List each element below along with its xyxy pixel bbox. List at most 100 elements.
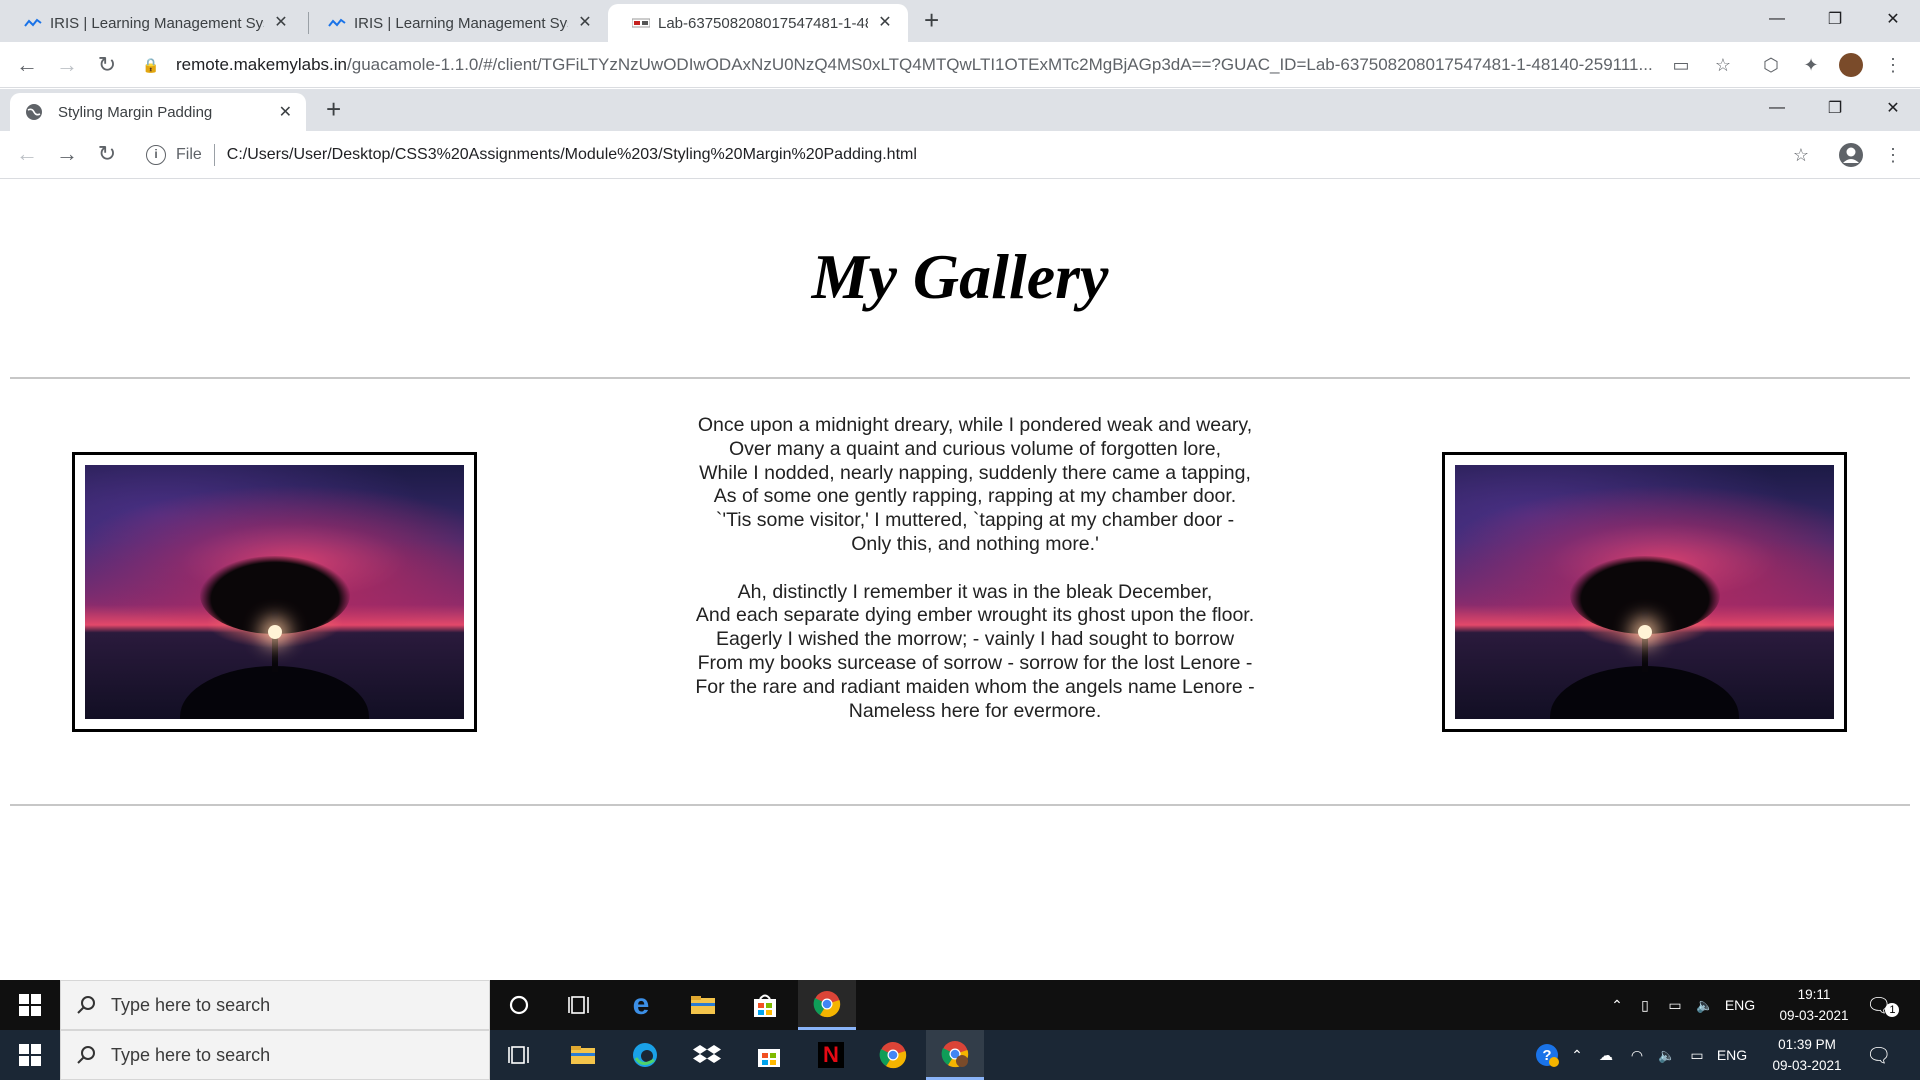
language-indicator[interactable]: ENG xyxy=(1712,1047,1752,1063)
start-button[interactable] xyxy=(0,980,60,1030)
close-icon[interactable]: ✕ xyxy=(272,14,290,32)
reload-icon[interactable]: ↻ xyxy=(92,50,122,80)
outer-tab-iris-1[interactable]: IRIS | Learning Management Syst ✕ xyxy=(0,4,304,42)
close-icon[interactable]: ✕ xyxy=(576,14,594,32)
chevron-up-icon[interactable]: ⌃ xyxy=(1604,997,1630,1014)
taskbar-search-box[interactable]: Type here to search xyxy=(60,1030,490,1080)
clock-date: 09-03-2021 xyxy=(1779,1008,1849,1023)
url-host: remote.makemylabs.in xyxy=(176,55,348,74)
edge-legacy-icon[interactable]: e xyxy=(612,980,670,1030)
inner-tab-styling[interactable]: Styling Margin Padding ✕ xyxy=(10,93,306,131)
clock[interactable]: 01:39 PM 09-03-2021 xyxy=(1762,1034,1852,1076)
battery-icon[interactable]: ▭ xyxy=(1682,1047,1712,1064)
volume-icon[interactable]: 🔈 xyxy=(1652,1047,1682,1064)
chevron-up-icon[interactable]: ⌃ xyxy=(1564,1047,1590,1064)
poem-stanza-1: Once upon a midnight dreary, while I pon… xyxy=(660,414,1290,557)
close-icon[interactable]: ✕ xyxy=(279,102,292,122)
language-indicator[interactable]: ENG xyxy=(1720,997,1760,1013)
outer-tab-iris-2[interactable]: IRIS | Learning Management Syst ✕ xyxy=(304,4,608,42)
help-icon[interactable]: ? xyxy=(1530,1043,1564,1067)
bookmark-star-icon[interactable]: ☆ xyxy=(1710,52,1736,78)
windows-logo-icon xyxy=(19,1044,41,1066)
poem-line: And each separate dying ember wrought it… xyxy=(695,604,1255,627)
back-icon[interactable]: ← xyxy=(12,139,42,169)
clock[interactable]: 19:11 09-03-2021 xyxy=(1769,984,1859,1026)
menu-dots-icon[interactable]: ⋮ xyxy=(1880,52,1906,78)
store-icon[interactable] xyxy=(740,1030,798,1080)
edge-icon[interactable] xyxy=(616,1030,674,1080)
outer-tab-lab[interactable]: Lab-637508208017547481-1-48 ✕ xyxy=(608,4,908,42)
onedrive-cloud-icon[interactable]: ☁ xyxy=(1590,1047,1622,1064)
poem-line: Nameless here for evermore. xyxy=(848,699,1102,722)
outer-tab-label: Lab-637508208017547481-1-48 xyxy=(658,14,868,32)
search-placeholder: Type here to search xyxy=(111,994,271,1015)
dropbox-icon[interactable] xyxy=(678,1030,736,1080)
close-window-icon[interactable]: ✕ xyxy=(1864,89,1920,127)
start-button[interactable] xyxy=(0,1030,60,1080)
chrome-icon[interactable] xyxy=(798,980,856,1030)
new-tab-button[interactable]: + xyxy=(326,96,341,122)
inner-tab-label: Styling Margin Padding xyxy=(58,103,213,121)
globe-icon xyxy=(24,102,44,122)
clipboard-icon[interactable]: ▭ xyxy=(1668,52,1694,78)
poem-text: Once upon a midnight dreary, while I pon… xyxy=(660,414,1290,747)
minimize-icon[interactable]: — xyxy=(1748,89,1806,127)
sunset-tree-photo xyxy=(85,465,464,719)
outer-toolbar: ← → ↻ 🔒 remote.makemylabs.in/guacamole-1… xyxy=(0,42,1920,88)
reload-icon[interactable]: ↻ xyxy=(92,139,122,169)
device-icon[interactable]: ▯ xyxy=(1630,997,1660,1014)
bookmark-star-icon[interactable]: ☆ xyxy=(1788,142,1814,168)
chrome-profile-icon[interactable] xyxy=(926,1030,984,1080)
task-view-icon[interactable] xyxy=(550,980,608,1030)
minimize-icon[interactable]: — xyxy=(1748,0,1806,38)
remote-taskbar: Type here to search e ⌃ ▯ ▭ 🔈 ENG 19:11 … xyxy=(0,980,1920,1030)
restore-icon[interactable]: ❐ xyxy=(1806,0,1864,38)
file-explorer-icon[interactable] xyxy=(674,980,732,1030)
action-center-icon[interactable]: 🗨 xyxy=(1866,1030,1891,1080)
page-content: My Gallery Once upon a midnight dreary, … xyxy=(0,180,1920,980)
gallery-frame-right xyxy=(1442,452,1847,732)
horizontal-rule-bottom xyxy=(10,804,1910,806)
netflix-icon[interactable]: N xyxy=(802,1030,860,1080)
task-view-icon[interactable] xyxy=(490,1030,548,1080)
info-icon[interactable]: i xyxy=(146,145,166,165)
clock-time: 01:39 PM xyxy=(1778,1037,1836,1052)
window-controls: — ❐ ✕ xyxy=(1748,0,1920,38)
forward-icon[interactable]: → xyxy=(52,50,82,80)
network-icon[interactable]: ▭ xyxy=(1660,997,1690,1014)
poem-line: Once upon a midnight dreary, while I pon… xyxy=(697,414,1253,436)
system-tray: ⌃ ▯ ▭ 🔈 ENG xyxy=(1604,980,1760,1030)
extension-cube-icon[interactable]: ⬡ xyxy=(1758,52,1784,78)
outer-tab-label: IRIS | Learning Management Syst xyxy=(354,14,568,32)
outer-tab-label: IRIS | Learning Management Syst xyxy=(50,14,264,32)
new-tab-button[interactable]: + xyxy=(924,7,939,33)
poem-line: Eagerly I wished the morrow; - vainly I … xyxy=(715,628,1235,651)
close-icon[interactable]: ✕ xyxy=(876,14,894,32)
store-icon[interactable] xyxy=(736,980,794,1030)
notifications-icon[interactable]: 🗨 1 xyxy=(1866,980,1900,1030)
taskbar-search-box[interactable]: Type here to search xyxy=(60,980,490,1030)
url-separator xyxy=(213,144,215,166)
poem-line: While I nodded, nearly napping, suddenly… xyxy=(699,461,1251,484)
inner-window-controls: — ❐ ✕ xyxy=(1748,89,1920,127)
back-icon[interactable]: ← xyxy=(12,50,42,80)
menu-dots-icon[interactable]: ⋮ xyxy=(1880,142,1906,168)
cortana-icon[interactable] xyxy=(490,980,548,1030)
account-icon[interactable] xyxy=(1838,142,1864,168)
close-window-icon[interactable]: ✕ xyxy=(1864,0,1920,38)
restore-icon[interactable]: ❐ xyxy=(1806,89,1864,127)
file-explorer-icon[interactable] xyxy=(554,1030,612,1080)
profile-avatar[interactable] xyxy=(1838,52,1864,78)
extensions-puzzle-icon[interactable]: ✦ xyxy=(1798,52,1824,78)
forward-icon[interactable]: → xyxy=(52,139,82,169)
poem-line: `'Tis some visitor,' I muttered, `tappin… xyxy=(715,509,1235,532)
address-bar[interactable]: 🔒 remote.makemylabs.in/guacamole-1.1.0/#… xyxy=(142,48,1672,82)
inner-url-text: C:/Users/User/Desktop/CSS3%20Assignments… xyxy=(226,146,917,163)
volume-icon[interactable]: 🔈 xyxy=(1690,997,1720,1014)
chrome-icon[interactable] xyxy=(864,1030,922,1080)
notification-count: 1 xyxy=(1885,1003,1900,1017)
poem-stanza-2: Ah, distinctly I remember it was in the … xyxy=(660,581,1290,724)
wifi-icon[interactable]: ◠ xyxy=(1622,1047,1652,1064)
inner-address-bar[interactable]: i File C:/Users/User/Desktop/CSS3%20Assi… xyxy=(146,138,1786,172)
poem-line: Over many a quaint and curious volume of… xyxy=(728,437,1222,460)
